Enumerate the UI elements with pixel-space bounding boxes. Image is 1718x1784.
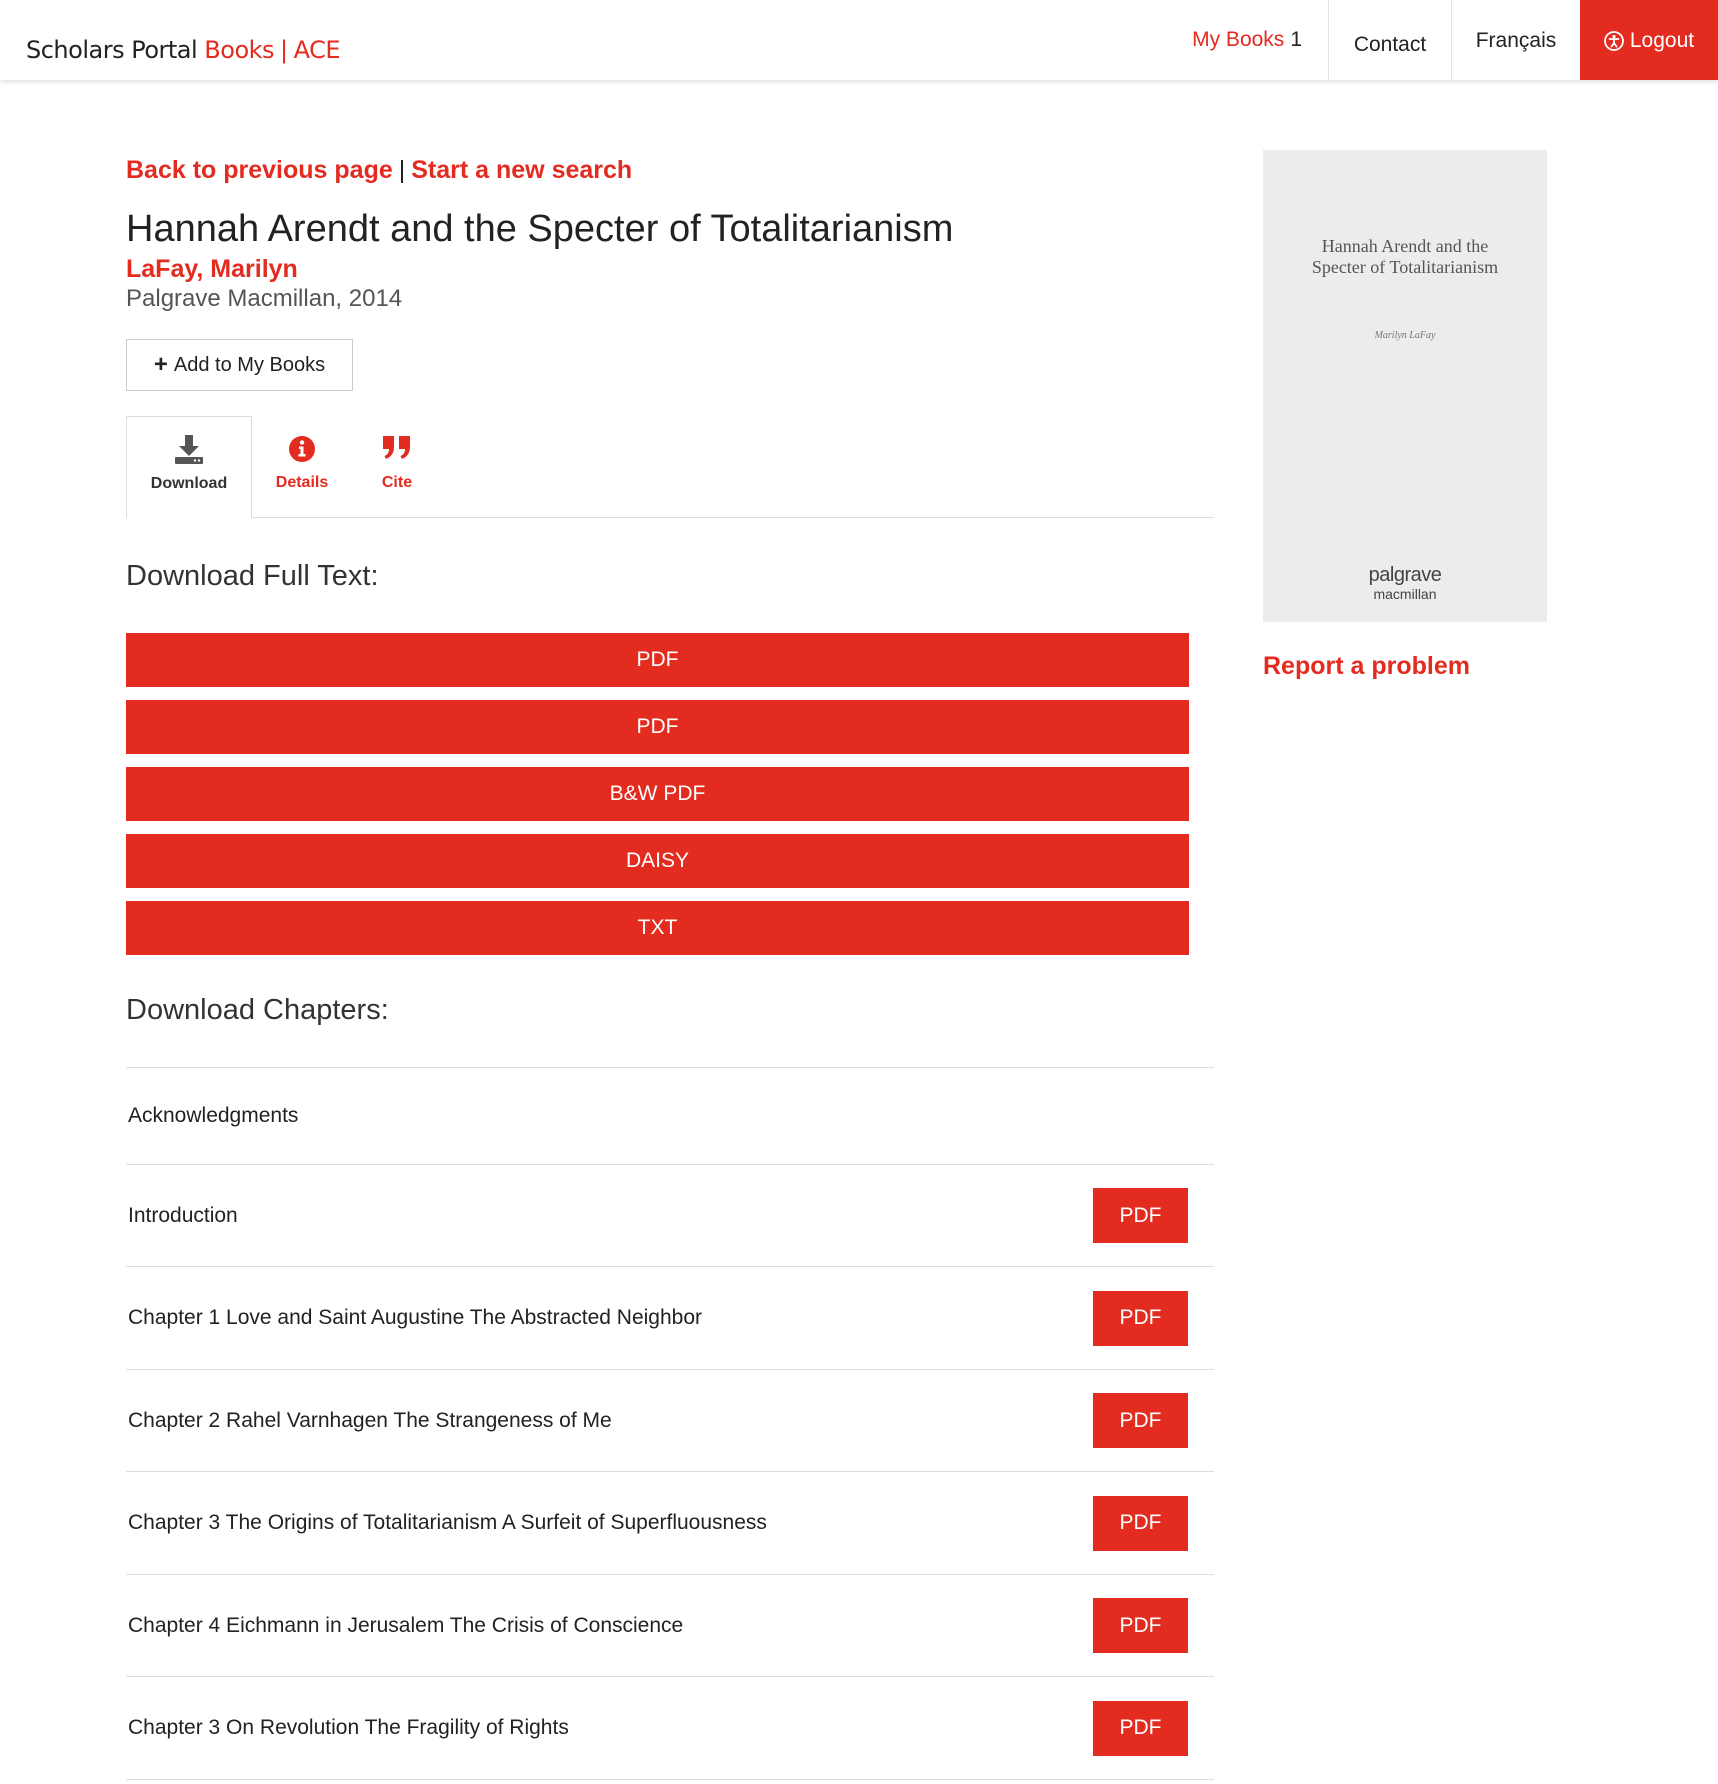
author-link[interactable]: LaFay, Marilyn xyxy=(126,255,298,284)
chapter-pdf-button[interactable]: PDF xyxy=(1093,1393,1188,1448)
cover-title-line1: Hannah Arendt and the xyxy=(1321,236,1489,256)
download-icon xyxy=(175,435,203,464)
chapter-row: Chapter 2 Rahel Varnhagen The Strangenes… xyxy=(126,1370,1214,1472)
chapter-title: Chapter 3 On Revolution The Fragility of… xyxy=(128,1716,569,1739)
cover-title-line2: Specter of Totalitarianism xyxy=(1311,257,1499,277)
tab-download[interactable]: Download xyxy=(126,416,252,519)
nav-contact[interactable]: Contact xyxy=(1328,0,1451,80)
back-link[interactable]: Back to previous page xyxy=(126,156,393,184)
full-text-pdf-button[interactable]: PDF xyxy=(126,633,1189,687)
full-text-daisy-button[interactable]: DAISY xyxy=(126,834,1189,888)
accessibility-icon xyxy=(1603,31,1624,51)
chapter-pdf-button[interactable]: PDF xyxy=(1093,1290,1188,1346)
plus-icon: + xyxy=(153,351,168,378)
tab-download-label: Download xyxy=(150,475,228,492)
chapter-row: Introduction PDF xyxy=(126,1165,1214,1267)
my-books-count: 1 xyxy=(1290,28,1302,51)
top-header: Scholars Portal Books | ACE My Books 1 Con… xyxy=(0,0,1718,80)
chapter-pdf-button[interactable]: PDF xyxy=(1093,1700,1188,1756)
chapter-row: Chapter 4 Eichmann in Jerusalem The Cris… xyxy=(126,1575,1214,1677)
cover-title: Hannah Arendt and the Specter of Totalit… xyxy=(1263,236,1547,278)
chapter-title: Chapter 2 Rahel Varnhagen The Strangenes… xyxy=(128,1408,612,1432)
full-text-txt-button[interactable]: TXT xyxy=(126,901,1189,955)
chapter-title: Chapter 3 The Origins of Totalitarianism… xyxy=(128,1511,767,1534)
chapter-title: Chapter 4 Eichmann in Jerusalem The Cris… xyxy=(128,1613,684,1637)
chapters-heading: Download Chapters: xyxy=(126,994,389,1026)
cover-author: Marilyn LaFay xyxy=(1374,330,1436,341)
chapter-list: Acknowledgments Introduction PDF Chapter… xyxy=(126,1067,1214,1780)
cover-publisher-logo: palgrave xyxy=(1368,564,1442,586)
brand-separator: | xyxy=(280,36,288,64)
tab-cite[interactable]: Cite xyxy=(352,416,442,519)
cover-publisher-logo-sub: macmillan xyxy=(1373,586,1437,602)
report-problem-link[interactable]: Report a problem xyxy=(1263,652,1470,681)
chapter-title: Introduction xyxy=(128,1203,238,1227)
tab-bar: Download Details Cite xyxy=(126,416,1214,519)
nav-language-toggle[interactable]: Français xyxy=(1451,0,1580,80)
full-text-bw-pdf-button[interactable]: B&W PDF xyxy=(126,767,1189,821)
brand-ace: ACE xyxy=(293,36,341,64)
publisher-info: Palgrave Macmillan, 2014 xyxy=(126,285,403,312)
tab-cite-label: Cite xyxy=(381,474,413,491)
logout-label: Logout xyxy=(1629,29,1695,52)
book-title: Hannah Arendt and the Specter of Totalit… xyxy=(126,208,954,250)
chapter-title: Acknowledgments xyxy=(128,1104,299,1127)
new-search-link[interactable]: Start a new search xyxy=(411,156,632,184)
chapter-pdf-button[interactable]: PDF xyxy=(1093,1598,1188,1653)
quote-icon xyxy=(383,436,410,459)
chapter-row: Chapter 3 On Revolution The Fragility of… xyxy=(126,1677,1214,1780)
brand-books: Books xyxy=(204,36,275,64)
my-books-label: My Books xyxy=(1192,28,1285,51)
site-logo[interactable]: Scholars Portal Books | ACE xyxy=(26,36,341,64)
chapter-row: Chapter 3 The Origins of Totalitarianism… xyxy=(126,1472,1214,1575)
main-nav: My Books 1 Contact Français Logout xyxy=(1166,0,1718,80)
full-text-heading: Download Full Text: xyxy=(126,560,379,592)
full-text-pdf-button[interactable]: PDF xyxy=(126,700,1189,754)
breadcrumb: Back to previous page | Start a new search xyxy=(126,156,632,185)
logout-button[interactable]: Logout xyxy=(1580,0,1718,80)
chapter-row: Acknowledgments xyxy=(126,1068,1214,1165)
info-icon xyxy=(289,436,315,462)
brand-scholars-portal: Scholars Portal xyxy=(26,36,198,64)
chapter-row: Chapter 1 Love and Saint Augustine The A… xyxy=(126,1267,1214,1370)
full-text-buttons: PDF PDF B&W PDF DAISY TXT xyxy=(126,633,1189,968)
chapter-pdf-button[interactable]: PDF xyxy=(1093,1495,1188,1551)
tab-details[interactable]: Details xyxy=(252,416,352,519)
tab-details-label: Details xyxy=(275,474,329,491)
add-to-my-books-button[interactable]: + Add to My Books xyxy=(126,339,353,391)
chapter-pdf-button[interactable]: PDF xyxy=(1093,1188,1188,1243)
chapter-title: Chapter 1 Love and Saint Augustine The A… xyxy=(128,1306,703,1329)
book-cover: Hannah Arendt and the Specter of Totalit… xyxy=(1263,150,1547,622)
add-to-my-books-label: Add to My Books xyxy=(173,353,326,376)
breadcrumb-separator: | xyxy=(398,156,406,184)
nav-my-books[interactable]: My Books 1 xyxy=(1166,0,1328,80)
